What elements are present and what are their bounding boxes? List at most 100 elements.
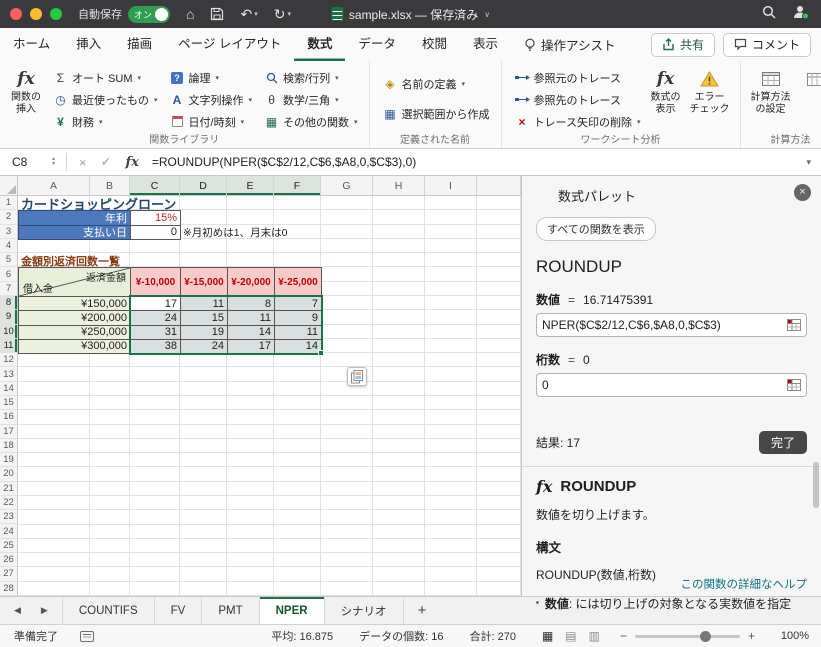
cell-A9[interactable]: ¥200,000 <box>18 310 131 326</box>
title-chevron-down-icon[interactable]: ∨ <box>484 10 490 19</box>
cell-E10[interactable]: 14 <box>227 324 275 340</box>
search-icon[interactable] <box>762 5 776 24</box>
datetime-button[interactable]: 日付/時刻 ▾ <box>165 111 258 132</box>
row-header-1[interactable]: 1 <box>0 196 17 211</box>
add-sheet-button[interactable]: + <box>404 597 441 624</box>
remove-arrows-button[interactable]: × トレース矢印の削除 ▾ <box>510 111 646 132</box>
math-trig-button[interactable]: θ 数学/三角 ▾ <box>259 89 363 110</box>
column-header-A[interactable]: A <box>18 176 90 195</box>
row-header-26[interactable]: 26 <box>0 553 17 568</box>
share-button[interactable]: 共有 <box>650 32 715 57</box>
formula-bar-expand-icon[interactable]: ▾ <box>806 157 811 168</box>
row-header-19[interactable]: 19 <box>0 453 17 468</box>
lookup-button[interactable]: 検索/行列 ▾ <box>259 67 363 88</box>
tab-review[interactable]: 校閲 <box>409 28 460 61</box>
cell-D3[interactable]: ※月初めは1、月末は0 <box>180 225 426 240</box>
row-header-27[interactable]: 27 <box>0 567 17 582</box>
undo-button[interactable]: ↶ ▾ <box>240 7 257 21</box>
column-header-B[interactable]: B <box>90 176 130 195</box>
row-header-15[interactable]: 15 <box>0 396 17 411</box>
function-help-link[interactable]: この関数の詳細なヘルプ <box>674 576 807 592</box>
define-name-button[interactable]: ◈ 名前の定義 ▾ <box>378 73 495 94</box>
row-header-20[interactable]: 20 <box>0 467 17 482</box>
show-all-functions-button[interactable]: すべての関数を表示 <box>536 217 656 241</box>
cell-A8[interactable]: ¥150,000 <box>18 296 131 312</box>
recent-functions-button[interactable]: ◷ 最近使ったもの ▾ <box>48 89 163 110</box>
cell-C6[interactable]: ¥-10,000 <box>130 267 181 297</box>
text-functions-button[interactable]: A 文字列操作 ▾ <box>165 89 258 110</box>
tab-insert[interactable]: 挿入 <box>63 28 114 61</box>
autosave-toggle[interactable]: オン <box>128 5 170 23</box>
zoom-in-icon[interactable]: + <box>748 629 755 643</box>
row-header-3[interactable]: 3 <box>0 225 17 239</box>
cell-C11[interactable]: 38 <box>130 338 181 355</box>
formula-input[interactable]: =ROUNDUP(NPER($C$2/12,C$6,$A8,0,$C$3),0) <box>152 155 807 169</box>
cell-C8[interactable]: 17 <box>130 296 181 312</box>
row-header-7[interactable]: 7 <box>0 282 17 296</box>
column-header-E[interactable]: E <box>227 176 274 195</box>
row-header-4[interactable]: 4 <box>0 239 17 254</box>
done-button[interactable]: 完了 <box>758 431 807 454</box>
cell-C9[interactable]: 24 <box>130 310 181 326</box>
row-header-8[interactable]: 8 <box>0 295 17 311</box>
tab-home[interactable]: ホーム <box>0 28 63 61</box>
row-header-11[interactable]: 11 <box>0 338 17 354</box>
logical-button[interactable]: ? 論理 ▾ <box>165 67 258 88</box>
normal-view-icon[interactable]: ▦ <box>542 629 553 643</box>
cell-F6[interactable]: ¥-25,000 <box>274 267 322 297</box>
row-header-12[interactable]: 12 <box>0 353 17 368</box>
row-header-16[interactable]: 16 <box>0 410 17 425</box>
cell-E11[interactable]: 17 <box>227 338 275 355</box>
account-icon[interactable] <box>792 4 809 25</box>
row-header-21[interactable]: 21 <box>0 482 17 496</box>
cell-A11[interactable]: ¥300,000 <box>18 338 131 355</box>
zoom-slider[interactable] <box>634 630 740 642</box>
row-header-6[interactable]: 6 <box>0 267 17 282</box>
cell-D9[interactable]: 15 <box>180 310 228 326</box>
show-formulas-button[interactable]: fx 数式の 表示 <box>646 64 686 115</box>
more-functions-button[interactable]: ▦ その他の関数 ▾ <box>259 111 363 132</box>
name-box[interactable]: C8 <box>0 155 52 169</box>
row-header-13[interactable]: 13 <box>0 367 17 382</box>
row-header-17[interactable]: 17 <box>0 425 17 439</box>
tab-data[interactable]: データ <box>345 28 409 61</box>
cell-A10[interactable]: ¥250,000 <box>18 324 131 340</box>
row-header-18[interactable]: 18 <box>0 439 17 454</box>
cell-C10[interactable]: 31 <box>130 324 181 340</box>
home-icon[interactable]: ⌂ <box>186 7 194 21</box>
calculation-options-button[interactable]: 計算方法 の設定 <box>747 64 795 115</box>
calculate-now-button[interactable] <box>795 64 821 91</box>
pane-scrollbar[interactable] <box>813 462 819 508</box>
column-header-I[interactable]: I <box>425 176 477 195</box>
prev-sheet-icon[interactable]: ◀ <box>14 605 21 616</box>
arg-number-input[interactable]: NPER($C$2/12,C$6,$A8,0,$C$3) <box>536 313 807 337</box>
row-header-23[interactable]: 23 <box>0 510 17 525</box>
cell-A5[interactable]: 金額別返済回数一覧 <box>18 253 228 268</box>
column-header-G[interactable]: G <box>321 176 373 195</box>
create-from-selection-button[interactable]: ▦ 選択範囲から作成 <box>378 103 495 124</box>
financial-button[interactable]: ¥ 財務 ▾ <box>48 111 163 132</box>
sheet-tab-PMT[interactable]: PMT <box>202 597 260 624</box>
column-header-D[interactable]: D <box>180 176 227 195</box>
zoom-out-icon[interactable]: − <box>620 629 627 643</box>
row-header-14[interactable]: 14 <box>0 382 17 396</box>
row-header-22[interactable]: 22 <box>0 496 17 511</box>
error-check-button[interactable]: エラー チェック <box>686 64 734 115</box>
cell-F8[interactable]: 7 <box>274 296 322 312</box>
zoom-slider-knob[interactable] <box>700 630 712 642</box>
toolbar-overflow-icon[interactable]: ▾ <box>287 11 291 18</box>
cell-D11[interactable]: 24 <box>180 338 228 355</box>
row-header-9[interactable]: 9 <box>0 310 17 325</box>
row-header-10[interactable]: 10 <box>0 324 17 339</box>
cell-D6[interactable]: ¥-15,000 <box>180 267 228 297</box>
page-break-view-icon[interactable]: ▥ <box>589 629 600 643</box>
autosum-button[interactable]: Σ オート SUM ▾ <box>48 67 163 88</box>
cell-D10[interactable]: 19 <box>180 324 228 340</box>
redo-button[interactable]: ↻ <box>274 7 286 21</box>
fullscreen-window-button[interactable] <box>50 8 62 20</box>
name-box-spinner[interactable]: ▴ ▾ <box>52 156 55 167</box>
column-header-H[interactable]: H <box>373 176 425 195</box>
cell-D8[interactable]: 11 <box>180 296 228 312</box>
row-header-28[interactable]: 28 <box>0 582 17 596</box>
cancel-icon[interactable]: × <box>79 155 87 170</box>
